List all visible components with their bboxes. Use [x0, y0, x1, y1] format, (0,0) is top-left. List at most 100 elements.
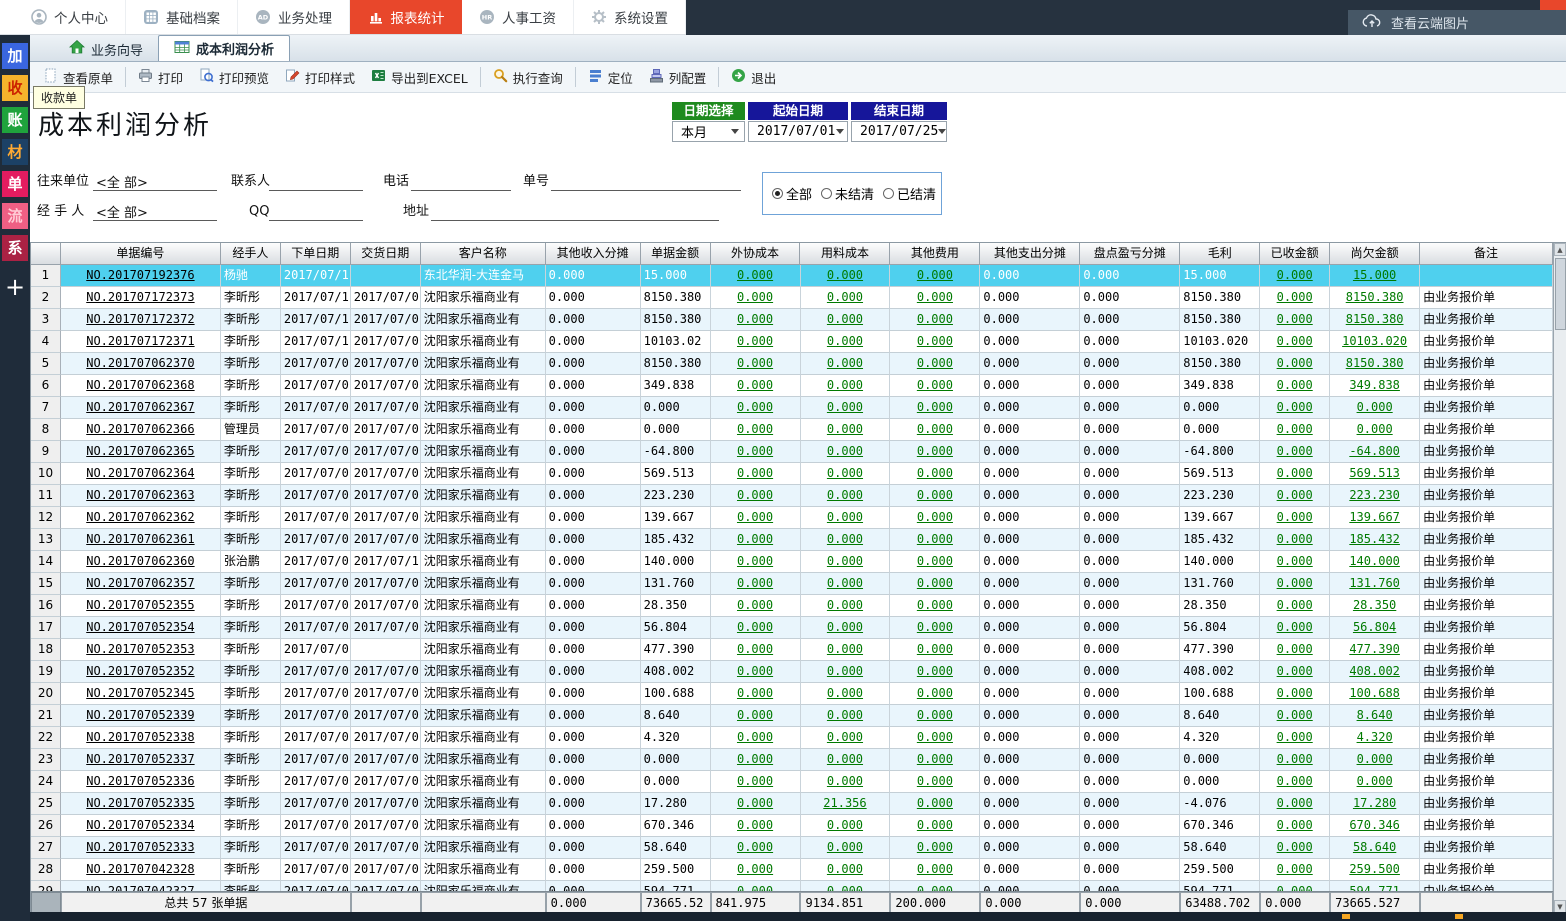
cell-no[interactable]: NO.201707062365: [61, 441, 221, 463]
cell-outsource[interactable]: 0.000: [711, 727, 801, 749]
cell-unpaid[interactable]: 477.390: [1330, 639, 1420, 661]
table-row[interactable]: 24NO.201707052336李昕彤2017/07/02017/07/0沈阳…: [31, 771, 1553, 793]
cell-unpaid[interactable]: 15.000: [1330, 265, 1420, 287]
cell-no[interactable]: NO.201707052345: [61, 683, 221, 705]
cell-other_fee[interactable]: 0.000: [890, 683, 980, 705]
cell-outsource[interactable]: 0.000: [711, 815, 801, 837]
cell-no[interactable]: NO.201707052355: [61, 595, 221, 617]
cell-other_fee[interactable]: 0.000: [890, 727, 980, 749]
col-header-other_income[interactable]: 其他收入分摊: [546, 243, 641, 265]
cell-received[interactable]: 0.000: [1260, 661, 1330, 683]
cell-received[interactable]: 0.000: [1260, 573, 1330, 595]
cell-outsource[interactable]: 0.000: [711, 639, 801, 661]
cell-received[interactable]: 0.000: [1260, 595, 1330, 617]
cell-material[interactable]: 0.000: [801, 463, 891, 485]
cell-other_fee[interactable]: 0.000: [890, 639, 980, 661]
cell-material[interactable]: 0.000: [801, 551, 891, 573]
table-row[interactable]: 20NO.201707052345李昕彤2017/07/02017/07/0沈阳…: [31, 683, 1553, 705]
cell-material[interactable]: 0.000: [801, 375, 891, 397]
cell-received[interactable]: 0.000: [1260, 419, 1330, 441]
cell-received[interactable]: 0.000: [1260, 793, 1330, 815]
cell-material[interactable]: 0.000: [801, 683, 891, 705]
cell-received[interactable]: 0.000: [1260, 551, 1330, 573]
partner-field[interactable]: <全 部>: [93, 172, 217, 191]
cell-no[interactable]: NO.201707062360: [61, 551, 221, 573]
cell-unpaid[interactable]: 0.000: [1330, 419, 1420, 441]
cell-material[interactable]: 0.000: [801, 595, 891, 617]
cell-received[interactable]: 0.000: [1260, 463, 1330, 485]
cell-other_fee[interactable]: 0.000: [890, 309, 980, 331]
cell-received[interactable]: 0.000: [1260, 507, 1330, 529]
cell-material[interactable]: 0.000: [801, 881, 891, 891]
cell-unpaid[interactable]: 56.804: [1330, 617, 1420, 639]
table-row[interactable]: 14NO.201707062360张治鹏2017/07/02017/07/1沈阳…: [31, 551, 1553, 573]
cell-material[interactable]: 0.000: [801, 573, 891, 595]
col-header-unpaid[interactable]: 尚欠金额: [1330, 243, 1420, 265]
cell-unpaid[interactable]: 140.000: [1330, 551, 1420, 573]
cell-other_fee[interactable]: 0.000: [890, 353, 980, 375]
cell-other_fee[interactable]: 0.000: [890, 837, 980, 859]
table-row[interactable]: 21NO.201707052339李昕彤2017/07/02017/07/0沈阳…: [31, 705, 1553, 727]
cell-outsource[interactable]: 0.000: [711, 441, 801, 463]
cell-received[interactable]: 0.000: [1260, 837, 1330, 859]
cell-received[interactable]: 0.000: [1260, 683, 1330, 705]
cell-unpaid[interactable]: 185.432: [1330, 529, 1420, 551]
table-row[interactable]: 10NO.201707062364李昕彤2017/07/02017/07/0沈阳…: [31, 463, 1553, 485]
cell-other_fee[interactable]: 0.000: [890, 287, 980, 309]
cell-unpaid[interactable]: 10103.020: [1330, 331, 1420, 353]
cell-material[interactable]: 0.000: [801, 441, 891, 463]
cell-other_fee[interactable]: 0.000: [890, 859, 980, 881]
table-row[interactable]: 5NO.201707062370李昕彤2017/07/02017/07/0沈阳家…: [31, 353, 1553, 375]
cell-received[interactable]: 0.000: [1260, 331, 1330, 353]
cell-no[interactable]: NO.201707062363: [61, 485, 221, 507]
cell-received[interactable]: 0.000: [1260, 815, 1330, 837]
cell-no[interactable]: NO.201707062367: [61, 397, 221, 419]
cell-outsource[interactable]: 0.000: [711, 331, 801, 353]
tab-sheet[interactable]: 成本利润分析: [158, 35, 290, 61]
table-row[interactable]: 26NO.201707052334李昕彤2017/07/02017/07/0沈阳…: [31, 815, 1553, 837]
cell-outsource[interactable]: 0.000: [711, 661, 801, 683]
cell-outsource[interactable]: 0.000: [711, 309, 801, 331]
cell-material[interactable]: 0.000: [801, 727, 891, 749]
cell-other_fee[interactable]: 0.000: [890, 441, 980, 463]
col-header-note[interactable]: 备注: [1420, 243, 1553, 265]
cell-no[interactable]: NO.201707052352: [61, 661, 221, 683]
cell-material[interactable]: 0.000: [801, 419, 891, 441]
cell-other_fee[interactable]: 0.000: [890, 485, 980, 507]
sidebar-item-加[interactable]: 加: [2, 43, 28, 69]
table-row[interactable]: 8NO.201707062366管理员2017/07/02017/07/0沈阳家…: [31, 419, 1553, 441]
col-header-outsource[interactable]: 外协成本: [711, 243, 801, 265]
cell-received[interactable]: 0.000: [1260, 881, 1330, 891]
cell-no[interactable]: NO.201707052353: [61, 639, 221, 661]
cell-unpaid[interactable]: 28.350: [1330, 595, 1420, 617]
sidebar-item-材[interactable]: 材: [2, 139, 28, 165]
col-header-handler[interactable]: 经手人: [221, 243, 281, 265]
cell-received[interactable]: 0.000: [1260, 309, 1330, 331]
cell-no[interactable]: NO.201707052334: [61, 815, 221, 837]
col-header-other_fee[interactable]: 其他费用: [890, 243, 980, 265]
cell-unpaid[interactable]: 100.688: [1330, 683, 1420, 705]
cell-received[interactable]: 0.000: [1260, 771, 1330, 793]
sidebar-add-button[interactable]: +: [5, 275, 25, 299]
table-row[interactable]: 12NO.201707062362李昕彤2017/07/02017/07/0沈阳…: [31, 507, 1553, 529]
cell-received[interactable]: 0.000: [1260, 727, 1330, 749]
col-header-received[interactable]: 已收金额: [1260, 243, 1330, 265]
cell-outsource[interactable]: 0.000: [711, 529, 801, 551]
cell-other_fee[interactable]: 0.000: [890, 749, 980, 771]
cell-outsource[interactable]: 0.000: [711, 507, 801, 529]
cell-other_fee[interactable]: 0.000: [890, 771, 980, 793]
cell-material[interactable]: 0.000: [801, 485, 891, 507]
table-row[interactable]: 29NO.201707042327李昕彤2017/07/02017/07/0沈阳…: [31, 881, 1553, 891]
cell-other_fee[interactable]: 0.000: [890, 265, 980, 287]
cell-outsource[interactable]: 0.000: [711, 573, 801, 595]
col-header-idx[interactable]: [31, 243, 61, 265]
end-date-dropdown[interactable]: 2017/07/25: [851, 121, 947, 142]
cell-material[interactable]: 0.000: [801, 287, 891, 309]
cell-outsource[interactable]: 0.000: [711, 705, 801, 727]
cell-material[interactable]: 0.000: [801, 265, 891, 287]
cell-material[interactable]: 0.000: [801, 353, 891, 375]
table-row[interactable]: 18NO.201707052353李昕彤2017/07/0沈阳家乐福商业有0.0…: [31, 639, 1553, 661]
cell-material[interactable]: 0.000: [801, 639, 891, 661]
cell-other_fee[interactable]: 0.000: [890, 551, 980, 573]
cell-received[interactable]: 0.000: [1260, 353, 1330, 375]
